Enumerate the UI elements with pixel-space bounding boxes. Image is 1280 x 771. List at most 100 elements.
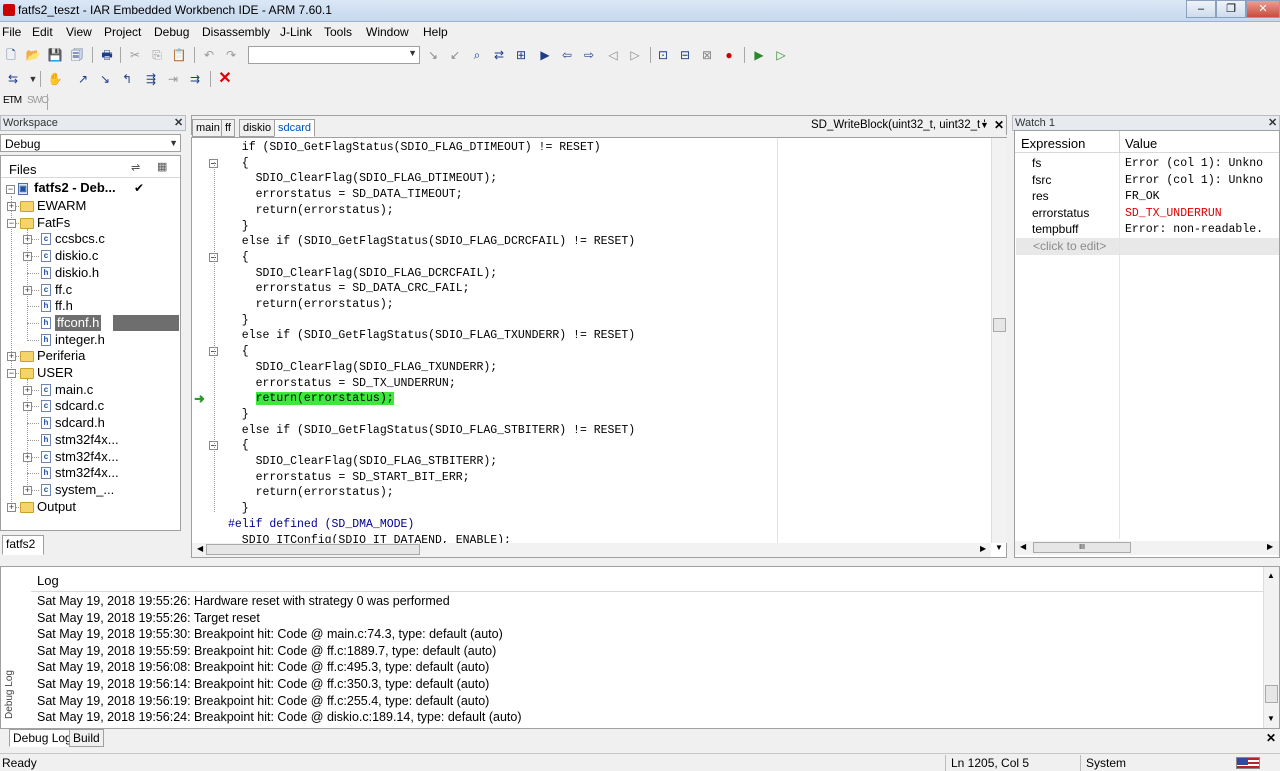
tab-diskio[interactable]: diskio <box>239 119 276 137</box>
menu-project[interactable]: Project <box>104 25 141 39</box>
tab-build[interactable]: Build <box>69 729 104 747</box>
find-in-files-icon[interactable]: ⌕ <box>468 46 486 64</box>
code-line[interactable]: else if (SDIO_GetFlagStatus(SDIO_FLAG_ST… <box>228 423 635 438</box>
find-next-icon[interactable]: ↘ <box>424 46 442 64</box>
toggle-bookmark-icon[interactable]: ▶ <box>536 46 554 64</box>
tab-sdcard[interactable]: sdcard <box>274 119 316 137</box>
watch-value[interactable]: SD_TX_UNDERRUN <box>1125 205 1279 222</box>
close-watch-icon[interactable]: ✕ <box>1268 116 1277 130</box>
tree-expander[interactable]: + <box>7 352 16 362</box>
code-line[interactable]: if (SDIO_GetFlagStatus(SDIO_FLAG_DTIMEOU… <box>228 140 601 155</box>
tree-item[interactable]: stm32f4x... <box>55 432 119 448</box>
swo-button[interactable]: SWO <box>27 95 49 106</box>
navigate-back-icon[interactable]: ◁ <box>604 46 622 64</box>
copy-icon[interactable]: ⎘ <box>148 46 166 64</box>
tree-item[interactable]: ccsbcs.c <box>55 231 105 247</box>
code-line[interactable]: { <box>228 344 249 359</box>
code-line[interactable]: } <box>228 501 249 516</box>
click-to-edit-placeholder[interactable]: <click to edit> <box>1033 239 1106 253</box>
menu-jlink[interactable]: J-Link <box>280 25 312 39</box>
stop-build-icon[interactable]: ⊠ <box>698 46 716 64</box>
tree-item[interactable]: stm32f4x... <box>55 449 119 465</box>
code-line[interactable]: { <box>228 156 249 171</box>
code-line[interactable]: return(errorstatus); <box>228 485 394 500</box>
code-line[interactable]: SDIO_ClearFlag(SDIO_FLAG_STBITERR); <box>228 454 498 469</box>
watch-value[interactable]: Error: non-readable. <box>1125 221 1279 238</box>
save-icon[interactable]: 💾 <box>46 46 64 64</box>
editor-horizontal-scrollbar[interactable]: ◀ ▶ <box>192 543 991 557</box>
code-line[interactable]: return(errorstatus); <box>228 297 394 312</box>
code-line[interactable]: errorstatus = SD_DATA_CRC_FAIL; <box>228 281 470 296</box>
editor-hscroll-thumb[interactable] <box>206 544 420 555</box>
code-line[interactable]: { <box>228 250 249 265</box>
watch-expression[interactable]: res <box>1032 188 1118 205</box>
code-line[interactable]: return(errorstatus); <box>228 203 394 218</box>
paste-icon[interactable]: 📋 <box>170 46 188 64</box>
tree-expander[interactable]: + <box>7 502 16 512</box>
watch-expression[interactable]: errorstatus <box>1032 205 1118 222</box>
menu-debug[interactable]: Debug <box>154 25 189 39</box>
menu-edit[interactable]: Edit <box>32 25 53 39</box>
tree-item[interactable]: sdcard.c <box>55 398 104 414</box>
editor-vertical-scrollbar[interactable]: ▼ <box>991 138 1007 552</box>
close-window-button[interactable]: ✕ <box>1246 0 1280 18</box>
code-line[interactable]: else if (SDIO_GetFlagStatus(SDIO_FLAG_TX… <box>228 328 635 343</box>
debug-without-download-icon[interactable]: ▷ <box>772 46 790 64</box>
step-over-icon[interactable]: ↗ <box>74 70 92 88</box>
tree-expander[interactable]: + <box>23 285 32 295</box>
close-icon[interactable]: ✕ <box>174 116 183 130</box>
watch-hscroll-thumb[interactable]: III <box>1033 542 1131 553</box>
redo-icon[interactable]: ↷ <box>222 46 240 64</box>
run-to-cursor-icon[interactable]: ⇥ <box>164 70 182 88</box>
tree-item[interactable]: Periferia <box>37 348 85 364</box>
break-icon[interactable]: ✋ <box>46 70 64 88</box>
tree-item[interactable]: USER <box>37 365 73 381</box>
code-line[interactable]: else if (SDIO_GetFlagStatus(SDIO_FLAG_DC… <box>228 234 635 249</box>
next-statement-icon[interactable]: ⇶ <box>142 70 160 88</box>
editor-vscroll-thumb[interactable] <box>993 318 1006 332</box>
maximize-button[interactable]: ❐ <box>1216 0 1246 18</box>
watch-expression[interactable]: tempbuff <box>1032 221 1118 238</box>
code-line[interactable]: return(errorstatus); <box>228 391 394 406</box>
stop-debugging-icon[interactable]: ✕ <box>216 70 234 88</box>
function-combo[interactable]: SD_WriteBlock(uint32_t, uint32_t ' <box>811 119 986 131</box>
expression-column-header[interactable]: Expression <box>1021 136 1085 151</box>
tree-item[interactable]: ff.h <box>55 298 73 314</box>
tree-expander[interactable]: + <box>23 402 32 412</box>
compile-icon[interactable]: ⊡ <box>654 46 672 64</box>
watch-expression[interactable]: fs <box>1032 155 1118 172</box>
navigate-forward-icon[interactable]: ▷ <box>626 46 644 64</box>
etm-button[interactable]: ETM <box>3 95 22 106</box>
menu-help[interactable]: Help <box>423 25 448 39</box>
tree-item[interactable]: system_... <box>55 482 114 498</box>
open-folder-icon[interactable]: 📂 <box>24 46 42 64</box>
tree-expander[interactable]: + <box>23 452 32 462</box>
tree-item[interactable]: ff.c <box>55 282 72 298</box>
tab-debug-log[interactable]: Debug Log <box>9 729 76 747</box>
project-root[interactable]: fatfs2 - Deb... <box>34 180 116 196</box>
make-icon[interactable]: ⊟ <box>676 46 694 64</box>
tree-item[interactable]: Output <box>37 499 76 515</box>
tree-item[interactable]: integer.h <box>55 332 105 348</box>
tree-expander[interactable]: + <box>23 385 32 395</box>
code-line[interactable]: SDIO_ClearFlag(SDIO_FLAG_DTIMEOUT); <box>228 171 498 186</box>
tree-item[interactable]: EWARM <box>37 198 86 214</box>
code-line[interactable]: } <box>228 407 249 422</box>
log-vscroll-thumb[interactable] <box>1265 685 1278 703</box>
tree-item[interactable]: diskio.h <box>55 265 99 281</box>
find-combo[interactable]: ▼ <box>248 46 420 64</box>
goto-icon[interactable]: ⊞ <box>512 46 530 64</box>
step-out-icon[interactable]: ↰ <box>118 70 136 88</box>
new-file-icon[interactable]: 🗋 <box>2 46 20 64</box>
code-line[interactable]: #elif defined (SD_DMA_MODE) <box>228 517 414 532</box>
replace-icon[interactable]: ⇄ <box>490 46 508 64</box>
menu-file[interactable]: File <box>2 25 21 39</box>
value-column-header[interactable]: Value <box>1125 136 1157 151</box>
configuration-select[interactable]: Debug ▼ <box>0 134 181 152</box>
close-editor-icon[interactable]: ✕ <box>994 118 1004 132</box>
toggle-breakpoint-icon[interactable]: ● <box>720 46 738 64</box>
find-prev-icon[interactable]: ↙ <box>446 46 464 64</box>
go-icon[interactable]: ⇉ <box>186 70 204 88</box>
tree-item[interactable]: FatFs <box>37 215 70 231</box>
reset-icon[interactable]: ⇆ <box>4 70 22 88</box>
